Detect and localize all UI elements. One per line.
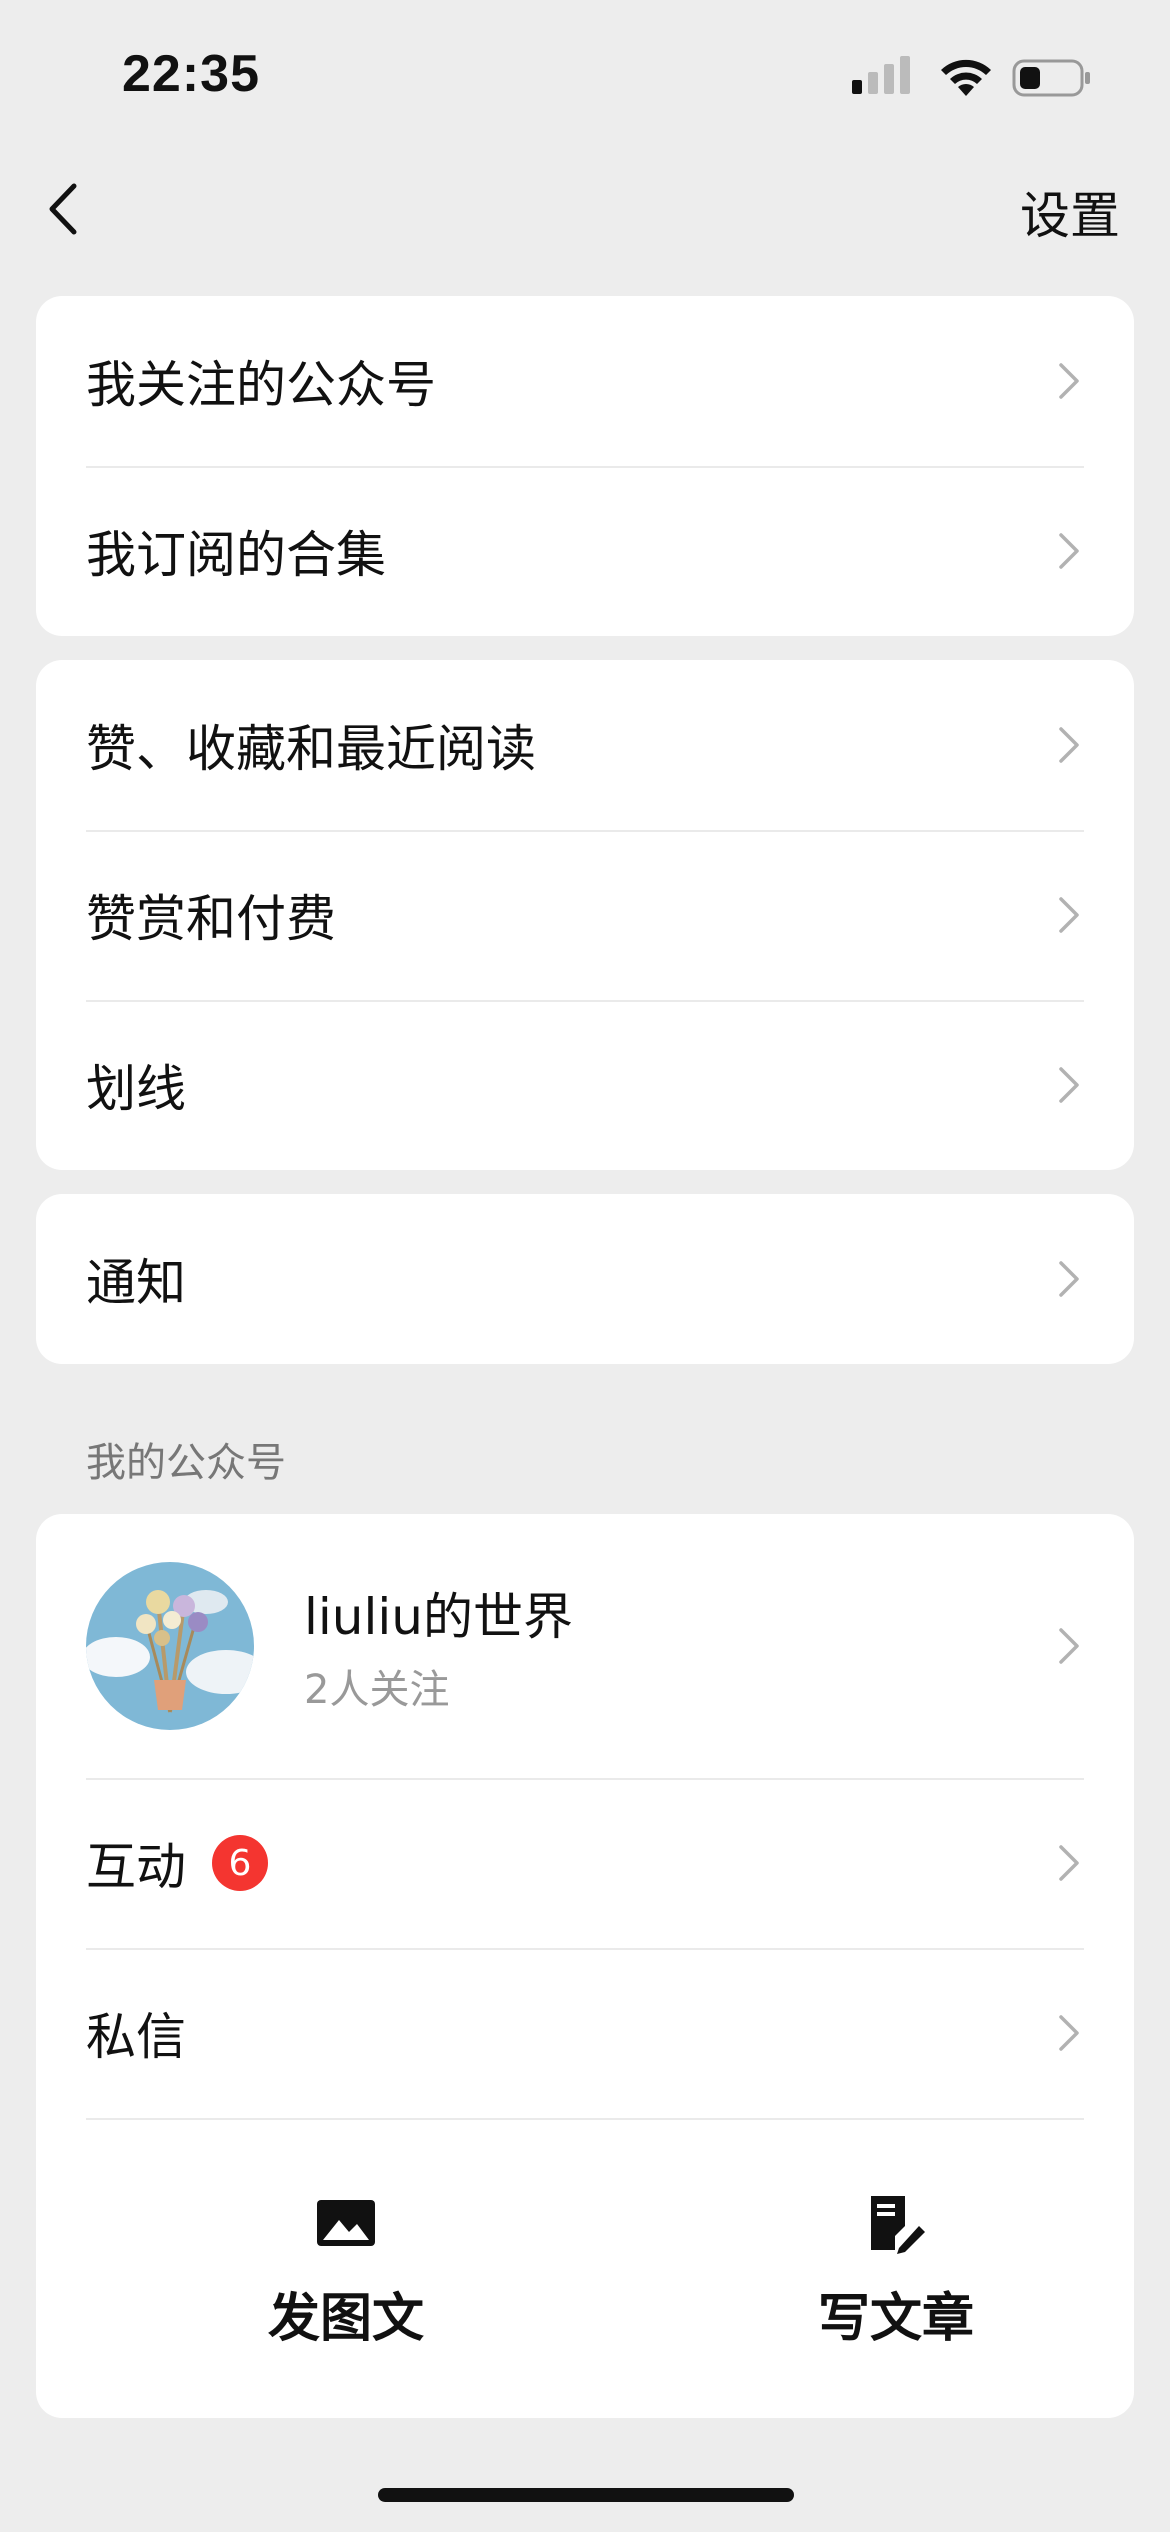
post-image-button[interactable]: 发图文: [196, 2192, 496, 2351]
home-indicator: [378, 2488, 794, 2502]
write-article-button[interactable]: 写文章: [746, 2192, 1046, 2351]
chevron-right-icon: [1059, 897, 1079, 933]
menu-item-followed-accounts[interactable]: 我关注的公众号: [36, 296, 1134, 466]
status-icons: [852, 56, 1092, 100]
menu-item-notifications[interactable]: 通知: [36, 1194, 1134, 1364]
avatar: [86, 1562, 254, 1730]
account-name: liuliu的世界: [304, 1588, 573, 1646]
menu-item-subscribed-collections[interactable]: 我订阅的合集: [36, 466, 1134, 636]
menu-item-label: 通知: [86, 1254, 186, 1312]
image-icon: [317, 2200, 375, 2246]
menu-item-private-messages[interactable]: 私信: [36, 1948, 1134, 2118]
back-chevron-icon[interactable]: [40, 176, 90, 242]
status-bar: 22:35: [0, 0, 1170, 150]
menu-item-interactions[interactable]: 互动 6: [36, 1778, 1134, 1948]
settings-button[interactable]: 设置: [1020, 176, 1120, 248]
chevron-right-icon: [1059, 2015, 1079, 2051]
chevron-right-icon: [1059, 1261, 1079, 1297]
menu-item-underlines[interactable]: 划线: [36, 1000, 1134, 1170]
write-article-label: 写文章: [817, 2289, 974, 2349]
section-title: 我的公众号: [86, 1440, 286, 1486]
chevron-right-icon: [1059, 533, 1079, 569]
chevron-right-icon: [1059, 1628, 1079, 1664]
edit-document-icon: [871, 2196, 925, 2254]
chevron-right-icon: [1059, 727, 1079, 763]
menu-item-rewards-payments[interactable]: 赞赏和付费: [36, 830, 1134, 1000]
menu-item-label: 赞、收藏和最近阅读: [86, 720, 536, 778]
unread-badge: 6: [212, 1835, 268, 1891]
menu-item-label: 互动: [86, 1838, 186, 1896]
flower-bouquet-avatar-image: [86, 1562, 254, 1730]
publish-actions: 发图文 写文章: [36, 2118, 1134, 2418]
subscriptions-card: 我关注的公众号 我订阅的合集: [36, 296, 1134, 636]
account-info: liuliu的世界 2人关注: [304, 1577, 573, 1715]
chevron-right-icon: [1059, 363, 1079, 399]
wifi-icon: [941, 59, 991, 96]
account-row[interactable]: liuliu的世界 2人关注: [36, 1514, 1134, 1778]
chevron-right-icon: [1059, 1067, 1079, 1103]
signal-icon: [852, 56, 910, 94]
menu-item-label: 私信: [86, 2008, 186, 2066]
menu-item-label: 我订阅的合集: [86, 526, 386, 584]
battery-icon: [1012, 59, 1090, 97]
nav-bar: 设置: [0, 150, 1170, 270]
menu-item-likes-favorites-recent[interactable]: 赞、收藏和最近阅读: [36, 660, 1134, 830]
menu-item-label: 赞赏和付费: [86, 890, 336, 948]
status-time: 22:35: [122, 45, 260, 103]
chevron-right-icon: [1059, 1845, 1079, 1881]
menu-item-label: 划线: [86, 1060, 186, 1118]
my-accounts-card: liuliu的世界 2人关注 互动 6 私信 发图文 写文章: [36, 1514, 1134, 2418]
post-image-label: 发图文: [267, 2289, 424, 2349]
notifications-card: 通知: [36, 1194, 1134, 1364]
activity-card: 赞、收藏和最近阅读 赞赏和付费 划线: [36, 660, 1134, 1170]
menu-item-label: 我关注的公众号: [86, 356, 436, 414]
account-followers: 2人关注: [304, 1667, 450, 1713]
